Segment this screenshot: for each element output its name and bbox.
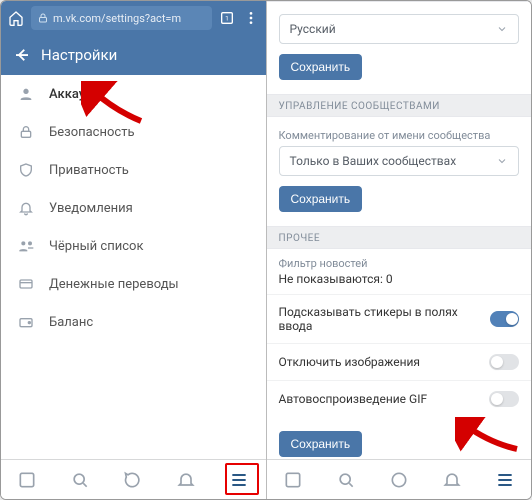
nav-news-icon[interactable] <box>282 469 304 491</box>
sidebar-item-label: Денежные переводы <box>49 277 179 292</box>
nav-menu-icon[interactable] <box>228 469 250 491</box>
sidebar-item-label: Чёрный список <box>49 239 143 254</box>
svg-text:1: 1 <box>225 15 229 23</box>
commenting-label: Комментирование от имени сообщества <box>279 129 520 142</box>
lock-icon <box>37 12 49 24</box>
bottom-nav <box>1 459 266 499</box>
save-communities-button[interactable]: Сохранить <box>279 186 363 212</box>
save-language-button[interactable]: Сохранить <box>279 54 363 80</box>
blocklist-icon <box>17 237 35 255</box>
nav-search-icon[interactable] <box>69 469 91 491</box>
bottom-nav <box>267 459 532 499</box>
sidebar-item-label: Аккаунт <box>49 87 99 102</box>
tabs-icon[interactable]: 1 <box>218 9 236 27</box>
sidebar-item-label: Безопасность <box>49 125 135 140</box>
browser-chrome: m.vk.com/settings?act=m 1 <box>1 1 266 35</box>
language-value: Русский <box>290 22 336 36</box>
sidebar-item-security[interactable]: Безопасность <box>1 113 266 151</box>
sidebar-item-blacklist[interactable]: Чёрный список <box>1 227 266 265</box>
page-title: Настройки <box>41 46 117 64</box>
url-bar[interactable]: m.vk.com/settings?act=m <box>31 6 212 30</box>
save-other-button[interactable]: Сохранить <box>279 431 363 457</box>
shield-icon <box>17 161 35 179</box>
card-icon <box>17 275 35 293</box>
toggle-switch[interactable] <box>489 354 519 370</box>
bell-icon <box>17 199 35 217</box>
toggle-images-row[interactable]: Отключить изображения <box>267 343 532 380</box>
page-header: Настройки <box>1 35 266 75</box>
settings-list: Аккаунт Безопасность Приватность Уведомл… <box>1 75 266 459</box>
wallet-icon <box>17 313 35 331</box>
toggle-label: Подсказывать стикеры в полях ввода <box>279 305 490 333</box>
news-filter-row[interactable]: Фильтр новостей Не показываются: 0 <box>267 248 532 294</box>
nav-messages-icon[interactable] <box>388 469 410 491</box>
sidebar-item-label: Приватность <box>49 163 129 178</box>
sidebar-item-label: Уведомления <box>49 201 133 216</box>
person-icon <box>17 85 35 103</box>
more-icon[interactable] <box>242 9 260 27</box>
sidebar-item-label: Баланс <box>49 315 93 330</box>
nav-search-icon[interactable] <box>335 469 357 491</box>
nav-news-icon[interactable] <box>16 469 38 491</box>
nav-messages-icon[interactable] <box>122 469 144 491</box>
commenting-value: Только в Ваших сообществах <box>290 154 457 168</box>
filter-value: Не показываются: 0 <box>279 272 520 286</box>
toggle-label: Автовоспроизведение GIF <box>279 392 428 406</box>
sidebar-item-privacy[interactable]: Приватность <box>1 151 266 189</box>
nav-notifications-icon[interactable] <box>175 469 197 491</box>
home-icon[interactable] <box>7 9 25 27</box>
toggle-switch[interactable] <box>489 391 519 407</box>
section-title-other: ПРОЧЕЕ <box>267 227 532 248</box>
chevron-down-icon <box>496 155 508 167</box>
toggle-switch[interactable] <box>490 311 519 327</box>
nav-notifications-icon[interactable] <box>441 469 463 491</box>
toggle-label: Отключить изображения <box>279 355 421 369</box>
lock-icon <box>17 123 35 141</box>
toggle-gif-row[interactable]: Автовоспроизведение GIF <box>267 380 532 417</box>
url-text: m.vk.com/settings?act=m <box>53 12 181 25</box>
section-title-communities: УПРАВЛЕНИЕ СООБЩЕСТВАМИ <box>267 95 532 116</box>
filter-label: Фильтр новостей <box>279 257 520 270</box>
back-icon[interactable] <box>13 46 31 64</box>
sidebar-item-account[interactable]: Аккаунт <box>1 75 266 113</box>
chevron-down-icon <box>496 23 508 35</box>
sidebar-item-notifications[interactable]: Уведомления <box>1 189 266 227</box>
sidebar-item-transfers[interactable]: Денежные переводы <box>1 265 266 303</box>
toggle-stickers-row[interactable]: Подсказывать стикеры в полях ввода <box>267 294 532 343</box>
nav-menu-icon[interactable] <box>494 469 516 491</box>
language-select[interactable]: Русский <box>279 14 520 44</box>
sidebar-item-balance[interactable]: Баланс <box>1 303 266 341</box>
commenting-select[interactable]: Только в Ваших сообществах <box>279 146 520 176</box>
